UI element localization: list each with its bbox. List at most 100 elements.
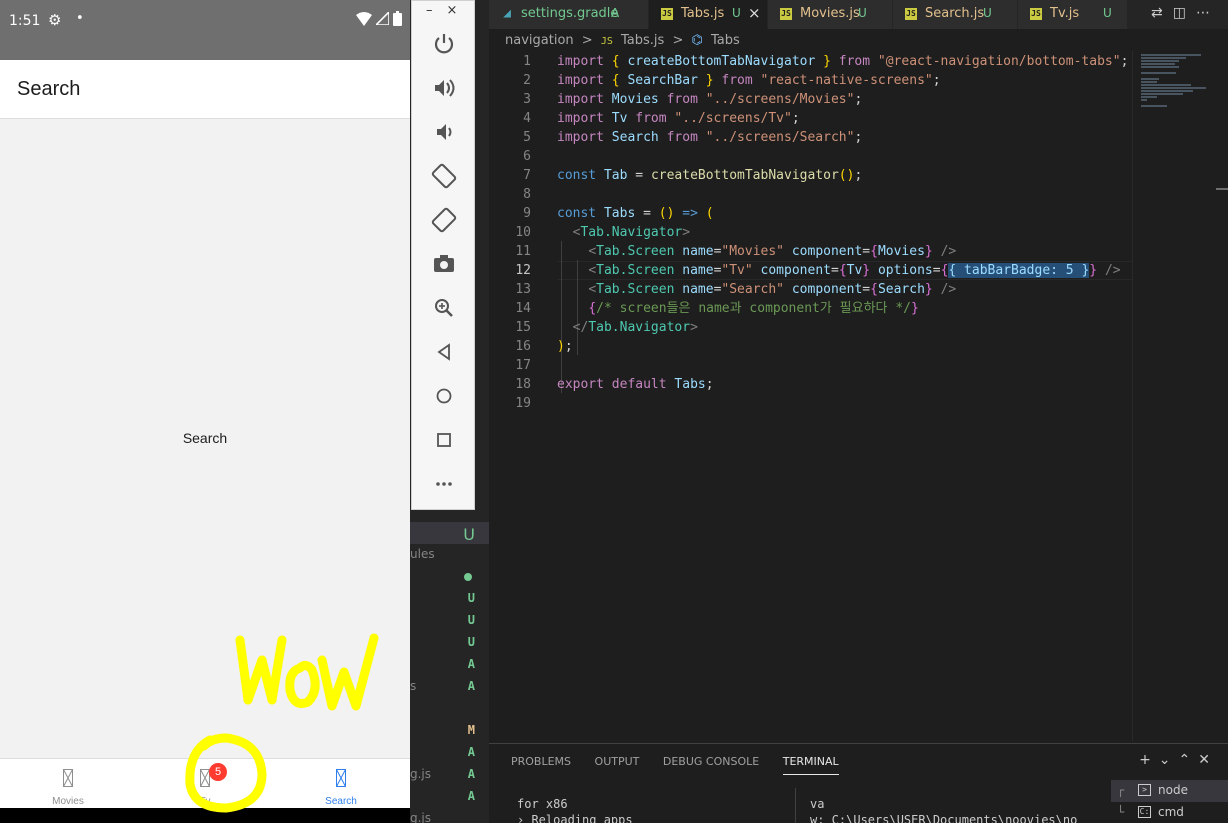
tab-tabs-js[interactable]: JS Tabs.js U × (649, 0, 768, 29)
breadcrumb-separator: > (581, 33, 593, 48)
tab-search[interactable]: Search (273, 759, 409, 809)
explorer-row[interactable]: U (410, 610, 489, 632)
terminal-split-divider[interactable] (795, 788, 796, 823)
tab-movies[interactable]: Movies (0, 759, 136, 809)
code-line[interactable]: 6 (489, 147, 1132, 166)
terminal-item-cmd[interactable]: └ C: cmd (1111, 802, 1228, 823)
code-token: from (666, 130, 698, 145)
tab-label: settings.gradle (521, 6, 619, 21)
code-line[interactable]: 12 <Tab.Screen name="Tv" component={Tv} … (489, 261, 1132, 280)
new-terminal-icon[interactable]: + (1139, 752, 1159, 768)
explorer-row[interactable] (410, 566, 489, 588)
code-text: <Tab.Screen name="Search" component={Sea… (557, 280, 956, 299)
rotate-right-button[interactable] (429, 205, 459, 235)
code-editor[interactable]: 1 import { createBottomTabNavigator } fro… (489, 51, 1132, 741)
split-editor-icon[interactable]: ◫ (1173, 5, 1196, 21)
code-line[interactable]: 14 {/* screen들은 name과 component가 필요하다 */… (489, 299, 1132, 318)
code-line[interactable]: 17 (489, 356, 1132, 375)
code-token: "@react-navigation/bottom-tabs" (877, 54, 1121, 69)
more-button[interactable] (429, 469, 459, 499)
home-button[interactable] (429, 381, 459, 411)
minimize-icon[interactable]: – (426, 3, 447, 18)
zoom-button[interactable] (429, 293, 459, 323)
code-line[interactable]: 9 const Tabs = () => ( (489, 204, 1132, 223)
line-number: 2 (523, 73, 531, 88)
volume-up-button[interactable] (429, 73, 459, 103)
code-line[interactable]: 5 import Search from "../screens/Search"; (489, 128, 1132, 147)
git-status: A (467, 789, 475, 803)
bottom-panel: PROBLEMS OUTPUT DEBUG CONSOLE TERMINAL +… (489, 743, 1228, 823)
maximize-panel-icon[interactable]: ⌃ (1179, 752, 1199, 768)
code-token: /* screen들은 name과 component가 필요하다 */ (596, 301, 911, 316)
explorer-row[interactable]: A (410, 742, 489, 764)
volume-up-icon (435, 79, 455, 97)
explorer-row[interactable]: U (410, 632, 489, 654)
code-line[interactable]: 11 <Tab.Screen name="Movies" component={… (489, 242, 1132, 261)
screenshot-button[interactable] (429, 249, 459, 279)
explorer-row[interactable]: ules (410, 544, 489, 566)
code-token: default (611, 377, 667, 392)
code-line[interactable]: 4 import Tv from "../screens/Tv"; (489, 109, 1132, 128)
symbol-icon: ⌬ (691, 33, 703, 48)
terminal-output-right[interactable]: va w: C:\Users\USER\Documents\noovies\no (810, 796, 1090, 823)
terminal-item-node[interactable]: ┌ > node (1111, 780, 1228, 802)
tab-tv[interactable]: 5 Tv (137, 759, 273, 809)
code-line[interactable]: 13 <Tab.Screen name="Search" component={… (489, 280, 1132, 299)
explorer-row[interactable]: A (410, 654, 489, 676)
explorer-row[interactable]: g.js (410, 808, 489, 823)
explorer-row[interactable]: g.js A (410, 764, 489, 786)
tab-problems[interactable]: PROBLEMS (511, 755, 571, 774)
close-icon[interactable]: × (447, 3, 472, 18)
close-icon[interactable]: × (748, 4, 761, 22)
compare-icon[interactable]: ⇄ (1151, 5, 1173, 21)
minimap-line (1141, 60, 1179, 62)
tab-settings-gradle[interactable]: ◢ settings.gradle A (489, 0, 649, 29)
explorer-row[interactable]: U (410, 588, 489, 610)
minimap[interactable] (1132, 51, 1216, 741)
tab-tv-js[interactable]: JS Tv.js U (1018, 0, 1128, 29)
code-line[interactable]: 10 <Tab.Navigator> (489, 223, 1132, 242)
tab-output[interactable]: OUTPUT (595, 755, 640, 774)
explorer-row[interactable]: A (410, 786, 489, 808)
breadcrumb-folder[interactable]: navigation (505, 33, 574, 48)
tab-label: Tabs.js (681, 6, 725, 21)
cmd-icon: C: (1138, 806, 1151, 818)
editor-scrollbar[interactable] (1216, 51, 1228, 741)
tab-debug-console[interactable]: DEBUG CONSOLE (663, 755, 759, 774)
tab-search-js[interactable]: JS Search.js U (893, 0, 1018, 29)
breadcrumb-file[interactable]: Tabs.js (621, 33, 664, 48)
overview-button[interactable] (429, 425, 459, 455)
explorer-row[interactable]: sA (410, 676, 489, 698)
file-name: g.js (410, 811, 432, 823)
code-line[interactable]: 15 </Tab.Navigator> (489, 318, 1132, 337)
tab-terminal[interactable]: TERMINAL (782, 755, 839, 775)
code-line[interactable]: 18 export default Tabs; (489, 375, 1132, 394)
code-line[interactable]: 3 import Movies from "../screens/Movies"; (489, 90, 1132, 109)
power-button[interactable] (429, 29, 459, 59)
code-line[interactable]: 1 import { createBottomTabNavigator } fro… (489, 52, 1132, 71)
tab-movies-js[interactable]: JS Movies.js U (768, 0, 893, 29)
code-token: { (870, 244, 878, 259)
code-line[interactable]: 8 (489, 185, 1132, 204)
code-token: from (721, 73, 753, 88)
more-actions-icon[interactable]: ⋯ (1196, 5, 1220, 21)
code-token: ; (854, 92, 863, 107)
close-panel-icon[interactable]: ✕ (1198, 752, 1218, 768)
explorer-selected-row[interactable]: U (410, 522, 489, 544)
code-line[interactable]: 16); (489, 337, 1132, 356)
code-line[interactable]: 2 import { SearchBar } from "react-native… (489, 71, 1132, 90)
scroll-thumb[interactable] (1216, 188, 1228, 190)
explorer-row[interactable]: M (410, 720, 489, 742)
rotate-left-button[interactable] (429, 161, 459, 191)
code-line[interactable]: 7 const Tab = createBottomTabNavigator(); (489, 166, 1132, 185)
volume-down-button[interactable] (429, 117, 459, 147)
terminal-output-left[interactable]: for x86 › Reloading apps (517, 796, 633, 823)
chevron-down-icon[interactable]: ⌄ (1159, 752, 1179, 768)
back-button[interactable] (429, 337, 459, 367)
code-line[interactable]: 19 (489, 394, 1132, 413)
breadcrumb-symbol[interactable]: Tabs (711, 33, 740, 48)
